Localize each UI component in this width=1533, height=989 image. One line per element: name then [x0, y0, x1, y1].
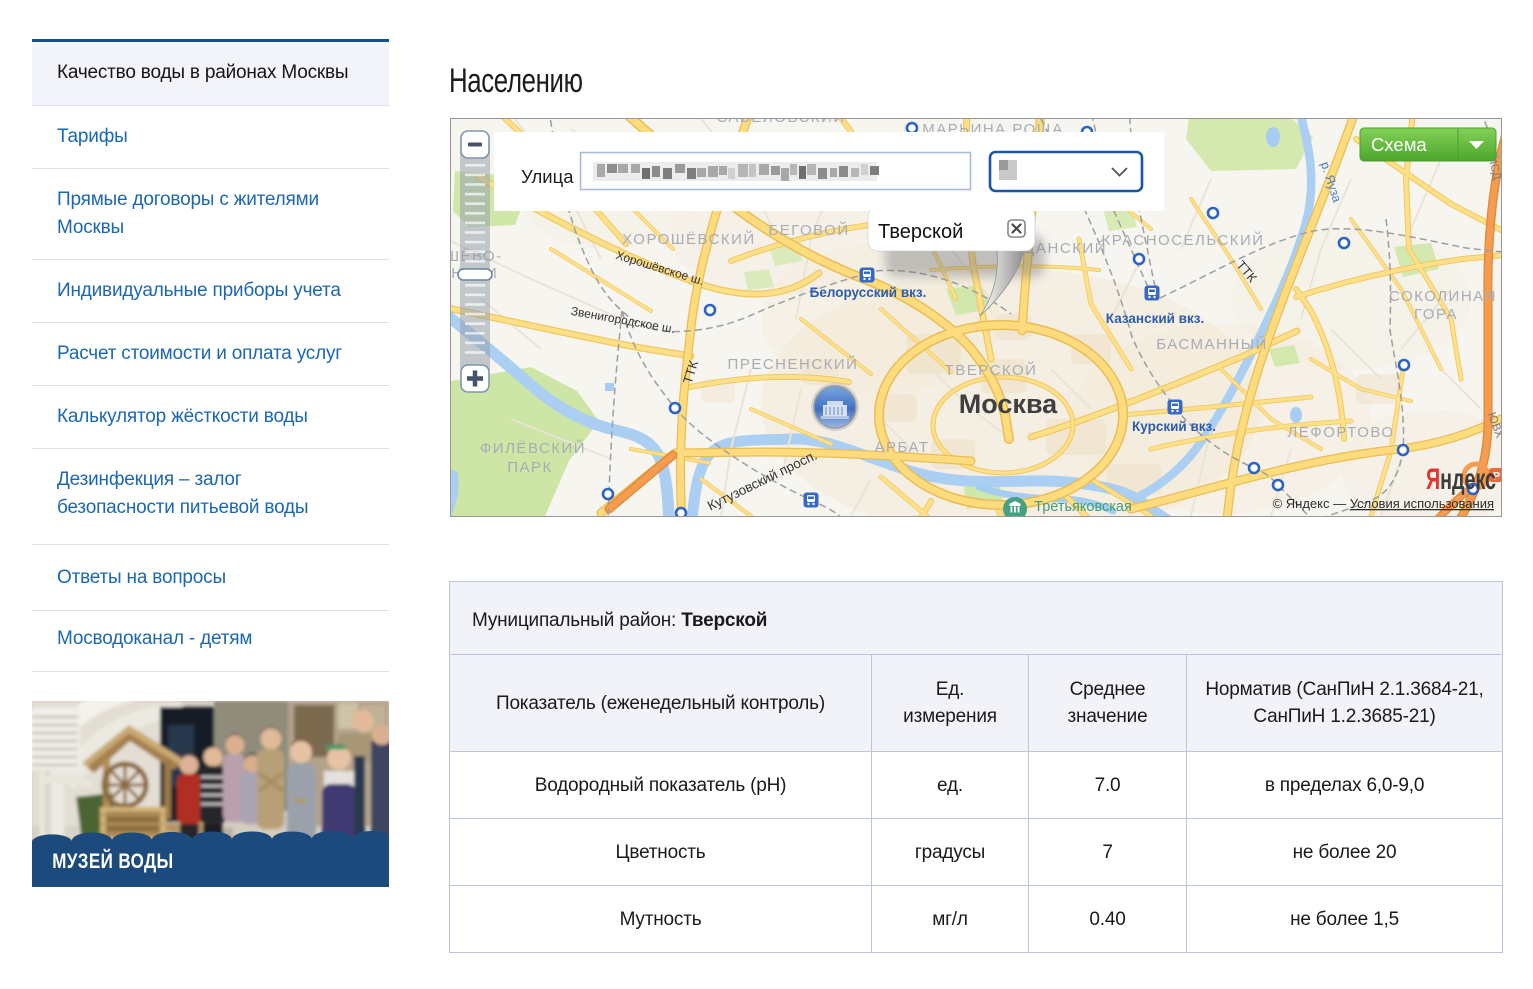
- svg-text:ХОРОШЁВСКИЙ: ХОРОШЁВСКИЙ: [622, 230, 755, 248]
- svg-text:ТВЕРСКОЙ: ТВЕРСКОЙ: [945, 361, 1038, 379]
- svg-text:БАСМАННЫЙ: БАСМАННЫЙ: [1156, 335, 1268, 353]
- svg-text:ПРЕСНЕНСКИЙ: ПРЕСНЕНСКИЙ: [728, 355, 859, 373]
- svg-text:МУЗЕЙ ВОДЫ: МУЗЕЙ ВОДЫ: [52, 849, 173, 873]
- svg-text:САВЁЛОВСКИЙ: САВЁЛОВСКИЙ: [716, 119, 845, 126]
- svg-text:Третьяковская: Третьяковская: [1034, 499, 1132, 515]
- svg-text:Москва: Москва: [959, 389, 1058, 419]
- svg-text:ГОРА: ГОРА: [1414, 306, 1458, 323]
- svg-text:Белорусский вкз.: Белорусский вкз.: [810, 285, 927, 300]
- svg-text:Тверской: Тверской: [878, 221, 963, 243]
- svg-text:Курский вкз.: Курский вкз.: [1132, 419, 1216, 434]
- svg-text:Улица: Улица: [521, 166, 574, 187]
- svg-text:Яндекс: Яндекс: [1426, 463, 1496, 496]
- svg-text:КРАСНОСЕЛЬСКИЙ: КРАСНОСЕЛЬСКИЙ: [1101, 231, 1264, 249]
- svg-text:Казанский вкз.: Казанский вкз.: [1106, 311, 1204, 326]
- svg-text:БЕГОВОЙ: БЕГОВОЙ: [768, 221, 849, 239]
- svg-text:ФИЛЁВСКИЙ: ФИЛЁВСКИЙ: [480, 439, 586, 457]
- svg-text:ЛЕФОРТОВО: ЛЕФОРТОВО: [1287, 424, 1394, 441]
- svg-text:ПАРК: ПАРК: [507, 459, 553, 476]
- svg-text:СОКОЛИНАЯ: СОКОЛИНАЯ: [1389, 288, 1497, 305]
- svg-text:© Яндекс — Условия использован: © Яндекс — Условия использования: [1273, 496, 1494, 511]
- svg-text:Схема: Схема: [1371, 134, 1427, 155]
- svg-text:АРБАТ: АРБАТ: [874, 439, 929, 456]
